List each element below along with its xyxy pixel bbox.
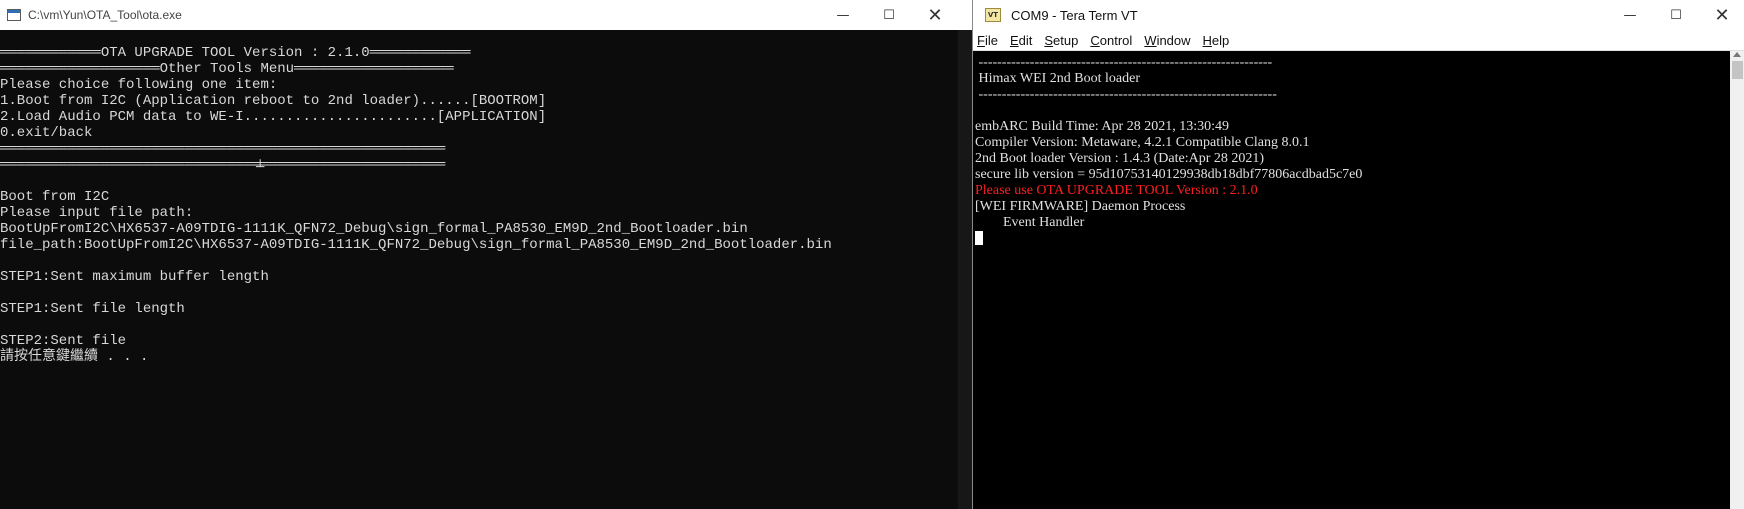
mouse-cursor-icon: ┴ <box>256 160 265 176</box>
menu-label: ile <box>984 32 998 48</box>
console-line: ═══════════════════Other Tools Menu═════… <box>0 61 454 77</box>
menu-accelerator: C <box>1090 32 1100 48</box>
console-line: ════════════OTA UPGRADE TOOL Version : 2… <box>0 45 471 61</box>
console-line: ════════════════════════════════════════… <box>0 141 446 157</box>
minimize-button[interactable]: — <box>1607 0 1653 30</box>
terminal-warning-line: Please use OTA UPGRADE TOOL Version : 2.… <box>975 183 1258 198</box>
console-window-title: C:\vm\Yun\OTA_Tool\ota.exe <box>28 8 182 22</box>
menu-item-file[interactable]: File <box>977 33 998 48</box>
terminal-line: ----------------------------------------… <box>975 55 1273 70</box>
scroll-up-arrow-icon[interactable] <box>1733 52 1741 57</box>
console-line: STEP2:Sent file <box>0 333 127 349</box>
menu-label: ontrol <box>1099 32 1133 48</box>
terminal-line: Himax WEI 2nd Boot loader <box>975 71 1141 86</box>
close-button[interactable]: ✕ <box>1699 0 1744 30</box>
console-line: Boot from I2C <box>0 189 110 205</box>
menu-accelerator: E <box>1009 32 1019 48</box>
menu-accelerator: F <box>977 32 985 48</box>
terminal-line: secure lib version = 95d10753140129938db… <box>975 167 1363 182</box>
teraterm-app-icon: VT <box>985 8 1001 22</box>
menu-item-control[interactable]: Control <box>1090 33 1132 48</box>
console-line: ════════════════════════════════════════… <box>0 157 446 173</box>
console-line: BootUpFromI2C\HX6537-A09TDIG-1111K_QFN72… <box>0 221 748 237</box>
console-line: 0.exit/back <box>0 125 93 141</box>
teraterm-scrollbar[interactable] <box>1730 51 1744 509</box>
teraterm-window-controls: — ☐ ✕ <box>1607 0 1744 30</box>
menu-label: etup <box>1053 32 1079 48</box>
teraterm-window[interactable]: VT COM9 - Tera Term VT — ☐ ✕ File Edit Set… <box>972 0 1744 509</box>
console-line: STEP1:Sent file length <box>0 301 185 317</box>
teraterm-window-title: COM9 - Tera Term VT <box>1011 7 1138 23</box>
menu-item-window[interactable]: Window <box>1144 33 1190 48</box>
close-button[interactable]: ✕ <box>912 0 958 30</box>
menu-accelerator: H <box>1202 32 1212 48</box>
maximize-button[interactable]: ☐ <box>866 0 912 30</box>
console-titlebar[interactable]: C:\vm\Yun\OTA_Tool\ota.exe — ☐ ✕ <box>0 0 958 30</box>
terminal-line: Event Handler <box>975 215 1085 230</box>
desktop: C:\vm\Yun\OTA_Tool\ota.exe — ☐ ✕ ═══════… <box>0 0 1744 509</box>
terminal-line: ----------------------------------------… <box>975 87 1277 102</box>
menu-accelerator: W <box>1144 32 1157 48</box>
terminal-line: embARC Build Time: Apr 28 2021, 13:30:49 <box>975 119 1229 134</box>
menu-item-setup[interactable]: Setup <box>1044 33 1078 48</box>
console-line: file_path:BootUpFromI2C\HX6537-A09TDIG-1… <box>0 237 832 253</box>
console-output[interactable]: ════════════OTA UPGRADE TOOL Version : 2… <box>0 45 958 509</box>
menu-label: dit <box>1018 32 1033 48</box>
terminal-line: [WEI FIRMWARE] Daemon Process <box>975 199 1186 214</box>
menu-item-help[interactable]: Help <box>1203 33 1230 48</box>
console-app-icon <box>7 9 21 21</box>
menu-item-edit[interactable]: Edit <box>1010 33 1032 48</box>
teraterm-terminal-output[interactable]: ----------------------------------------… <box>975 55 1727 509</box>
menu-accelerator: S <box>1044 32 1054 48</box>
menu-label: elp <box>1211 32 1230 48</box>
teraterm-menubar: File Edit Setup Control Window Help <box>973 30 1744 51</box>
console-line: 請按任意鍵繼續 . . . <box>0 349 149 365</box>
terminal-cursor <box>975 231 983 245</box>
console-line: Please choice following one item: <box>0 77 278 93</box>
terminal-line: 2nd Boot loader Version : 1.4.3 (Date:Ap… <box>975 151 1265 166</box>
minimize-button[interactable]: — <box>820 0 866 30</box>
scrollbar-thumb[interactable] <box>1732 61 1743 79</box>
console-line: Please input file path: <box>0 205 194 221</box>
maximize-button[interactable]: ☐ <box>1653 0 1699 30</box>
console-window[interactable]: C:\vm\Yun\OTA_Tool\ota.exe — ☐ ✕ ═══════… <box>0 0 958 509</box>
teraterm-titlebar[interactable]: VT COM9 - Tera Term VT — ☐ ✕ <box>973 0 1744 30</box>
console-line: 1.Boot from I2C (Application reboot to 2… <box>0 93 547 109</box>
console-line: STEP1:Sent maximum buffer length <box>0 269 269 285</box>
console-window-controls: — ☐ ✕ <box>820 0 958 30</box>
terminal-line: Compiler Version: Metaware, 4.2.1 Compat… <box>975 135 1310 150</box>
console-line: 2.Load Audio PCM data to WE-I...........… <box>0 109 547 125</box>
menu-label: indow <box>1156 32 1191 48</box>
